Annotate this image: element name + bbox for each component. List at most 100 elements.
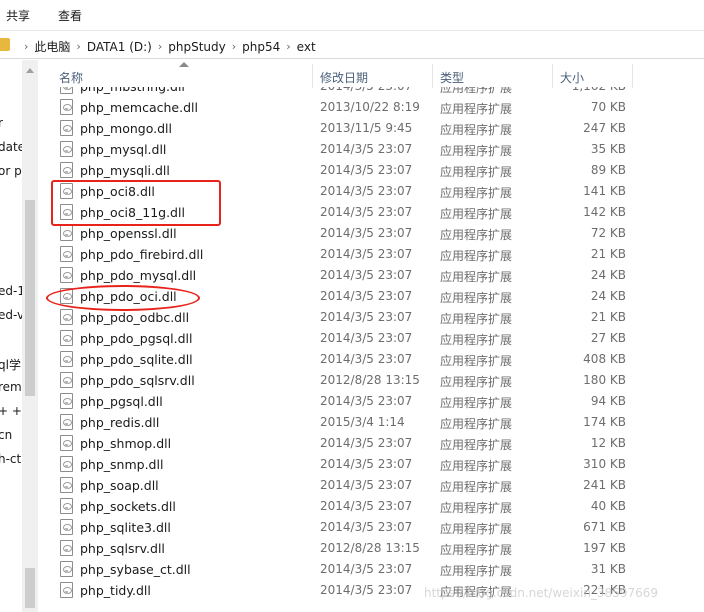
file-name[interactable]: php_mbstring.dll <box>80 87 185 94</box>
scroll-up-icon[interactable] <box>26 68 34 73</box>
tab-view[interactable]: 查看 <box>58 7 82 24</box>
file-row[interactable]: php_snmp.dll 2014/3/5 23:07 应用程序扩展 310 KB <box>38 454 678 475</box>
column-header-size[interactable]: 大小 <box>560 69 584 86</box>
file-row[interactable]: php_pdo_sqlsrv.dll 2012/8/28 13:15 应用程序扩展 1… <box>38 370 678 391</box>
file-name[interactable]: php_pdo_sqlsrv.dll <box>80 373 195 388</box>
nav-item-fragment[interactable]: + + <box>0 404 22 418</box>
breadcrumb-php54[interactable]: php54 <box>242 40 280 54</box>
file-name[interactable]: php_redis.dll <box>80 415 159 430</box>
file-type: 应用程序扩展 <box>440 207 513 221</box>
file-name[interactable]: php_mongo.dll <box>80 121 172 136</box>
file-row[interactable]: php_sybase_ct.dll 2014/3/5 23:07 应用程序扩展 31 … <box>38 559 678 580</box>
file-name[interactable]: php_pdo_odbc.dll <box>80 310 189 325</box>
breadcrumb-this-pc[interactable]: 此电脑 <box>34 38 70 55</box>
file-name[interactable]: php_tidy.dll <box>80 583 151 598</box>
file-row[interactable]: php_mysql.dll 2014/3/5 23:07 应用程序扩展 35 KB <box>38 139 678 160</box>
nav-item-fragment[interactable]: or p <box>0 164 22 178</box>
column-divider[interactable] <box>312 64 313 88</box>
file-row[interactable]: php_redis.dll 2015/3/4 1:14 应用程序扩展 174 KB <box>38 412 678 433</box>
dll-file-icon <box>60 435 73 451</box>
file-row[interactable]: php_pdo_oci.dll 2014/3/5 23:07 应用程序扩展 24 KB <box>38 286 678 307</box>
file-row[interactable]: php_openssl.dll 2014/3/5 23:07 应用程序扩展 72 KB <box>38 223 678 244</box>
address-bar[interactable]: › 此电脑 › DATA1 (D:) › phpStudy › php54 › … <box>0 30 704 59</box>
file-date: 2014/3/5 23:07 <box>320 583 413 597</box>
navigation-scrollbar[interactable] <box>22 60 38 612</box>
file-row[interactable]: php_pgsql.dll 2014/3/5 23:07 应用程序扩展 94 KB <box>38 391 678 412</box>
nav-item-fragment[interactable]: r <box>0 116 3 130</box>
column-header-date[interactable]: 修改日期 <box>320 69 368 86</box>
chevron-right-icon[interactable]: › <box>286 40 290 53</box>
file-name[interactable]: php_sockets.dll <box>80 499 176 514</box>
file-size: 21 KB <box>590 310 626 324</box>
file-row[interactable]: php_mysqli.dll 2014/3/5 23:07 应用程序扩展 89 KB <box>38 160 678 181</box>
file-name[interactable]: php_pdo_sqlite.dll <box>80 352 193 367</box>
file-row[interactable]: php_sockets.dll 2014/3/5 23:07 应用程序扩展 40 KB <box>38 496 678 517</box>
file-name[interactable]: php_snmp.dll <box>80 457 163 472</box>
chevron-right-icon[interactable]: › <box>232 40 236 53</box>
breadcrumb-data1[interactable]: DATA1 (D:) <box>87 40 152 54</box>
file-name[interactable]: php_pdo_firebird.dll <box>80 247 203 262</box>
file-name[interactable]: php_openssl.dll <box>80 226 177 241</box>
file-row[interactable]: php_pdo_sqlite.dll 2014/3/5 23:07 应用程序扩展 40… <box>38 349 678 370</box>
dll-file-icon <box>60 393 73 409</box>
file-name[interactable]: php_oci8.dll <box>80 184 155 199</box>
file-row[interactable]: php_pdo_odbc.dll 2014/3/5 23:07 应用程序扩展 21 K… <box>38 307 678 328</box>
file-row[interactable]: php_oci8.dll 2014/3/5 23:07 应用程序扩展 141 KB <box>38 181 678 202</box>
file-name[interactable]: php_shmop.dll <box>80 436 171 451</box>
file-date: 2014/3/5 23:07 <box>320 394 413 408</box>
file-name[interactable]: php_sqlsrv.dll <box>80 541 165 556</box>
file-name[interactable]: php_memcache.dll <box>80 100 198 115</box>
chevron-right-icon[interactable]: › <box>24 40 28 53</box>
breadcrumb-phpstudy[interactable]: phpStudy <box>168 40 226 54</box>
column-divider[interactable] <box>632 64 633 88</box>
file-row[interactable]: php_memcache.dll 2013/10/22 8:19 应用程序扩展 70 … <box>38 97 678 118</box>
nav-item-fragment[interactable]: cn <box>0 428 12 442</box>
file-row[interactable]: php_mongo.dll 2013/11/5 9:45 应用程序扩展 247 KB <box>38 118 678 139</box>
file-name[interactable]: php_soap.dll <box>80 478 159 493</box>
file-type: 应用程序扩展 <box>440 333 513 347</box>
file-type: 应用程序扩展 <box>440 102 513 116</box>
file-row[interactable]: php_sqlsrv.dll 2012/8/28 13:15 应用程序扩展 197 K… <box>38 538 678 559</box>
scrollbar-thumb[interactable] <box>25 200 35 396</box>
file-row[interactable]: php_sqlite3.dll 2014/3/5 23:07 应用程序扩展 671 K… <box>38 517 678 538</box>
file-row[interactable]: php_pdo_mysql.dll 2014/3/5 23:07 应用程序扩展 24 … <box>38 265 678 286</box>
dll-file-icon <box>60 87 73 94</box>
breadcrumb-ext[interactable]: ext <box>297 40 316 54</box>
file-list[interactable]: php_mbstring.dll 2014/3/5 23:07 应用程序扩展 1,16… <box>38 87 704 612</box>
column-divider[interactable] <box>432 64 433 88</box>
dll-file-icon <box>60 414 73 430</box>
file-size: 197 KB <box>583 541 626 555</box>
nav-item-fragment[interactable]: ed-v <box>0 308 24 322</box>
file-name[interactable]: php_sqlite3.dll <box>80 520 171 535</box>
file-row[interactable]: php_oci8_11g.dll 2014/3/5 23:07 应用程序扩展 142 … <box>38 202 678 223</box>
tab-share[interactable]: 共享 <box>6 7 30 24</box>
chevron-right-icon[interactable]: › <box>158 40 162 53</box>
file-type: 应用程序扩展 <box>440 543 513 557</box>
file-date: 2014/3/5 23:07 <box>320 268 413 282</box>
file-row[interactable]: php_soap.dll 2014/3/5 23:07 应用程序扩展 241 KB <box>38 475 678 496</box>
file-type: 应用程序扩展 <box>440 354 513 368</box>
file-name[interactable]: php_pdo_mysql.dll <box>80 268 196 283</box>
file-row[interactable]: php_pdo_firebird.dll 2014/3/5 23:07 应用程序扩展… <box>38 244 678 265</box>
file-name[interactable]: php_pgsql.dll <box>80 394 163 409</box>
dll-file-icon <box>60 456 73 472</box>
file-row[interactable]: php_mbstring.dll 2014/3/5 23:07 应用程序扩展 1,16… <box>38 87 678 97</box>
file-row[interactable]: php_shmop.dll 2014/3/5 23:07 应用程序扩展 12 KB <box>38 433 678 454</box>
file-row[interactable]: php_pdo_pgsql.dll 2014/3/5 23:07 应用程序扩展 27 … <box>38 328 678 349</box>
column-header-name[interactable]: 名称 <box>59 69 83 86</box>
column-header-type[interactable]: 类型 <box>440 69 464 86</box>
file-name[interactable]: php_pdo_pgsql.dll <box>80 331 192 346</box>
nav-item-fragment[interactable]: ql学 <box>0 356 21 373</box>
nav-item-fragment[interactable]: h-ct <box>0 452 21 466</box>
file-name[interactable]: php_mysql.dll <box>80 142 166 157</box>
file-name[interactable]: php_sybase_ct.dll <box>80 562 191 577</box>
file-name[interactable]: php_pdo_oci.dll <box>80 289 177 304</box>
file-name[interactable]: php_mysqli.dll <box>80 163 170 178</box>
file-type: 应用程序扩展 <box>440 186 513 200</box>
file-name[interactable]: php_oci8_11g.dll <box>80 205 185 220</box>
scrollbar-thumb[interactable] <box>25 568 35 608</box>
nav-item-fragment[interactable]: rem <box>0 380 22 394</box>
chevron-right-icon[interactable]: › <box>76 40 80 53</box>
column-divider[interactable] <box>552 64 553 88</box>
file-date: 2014/3/5 23:07 <box>320 205 413 219</box>
